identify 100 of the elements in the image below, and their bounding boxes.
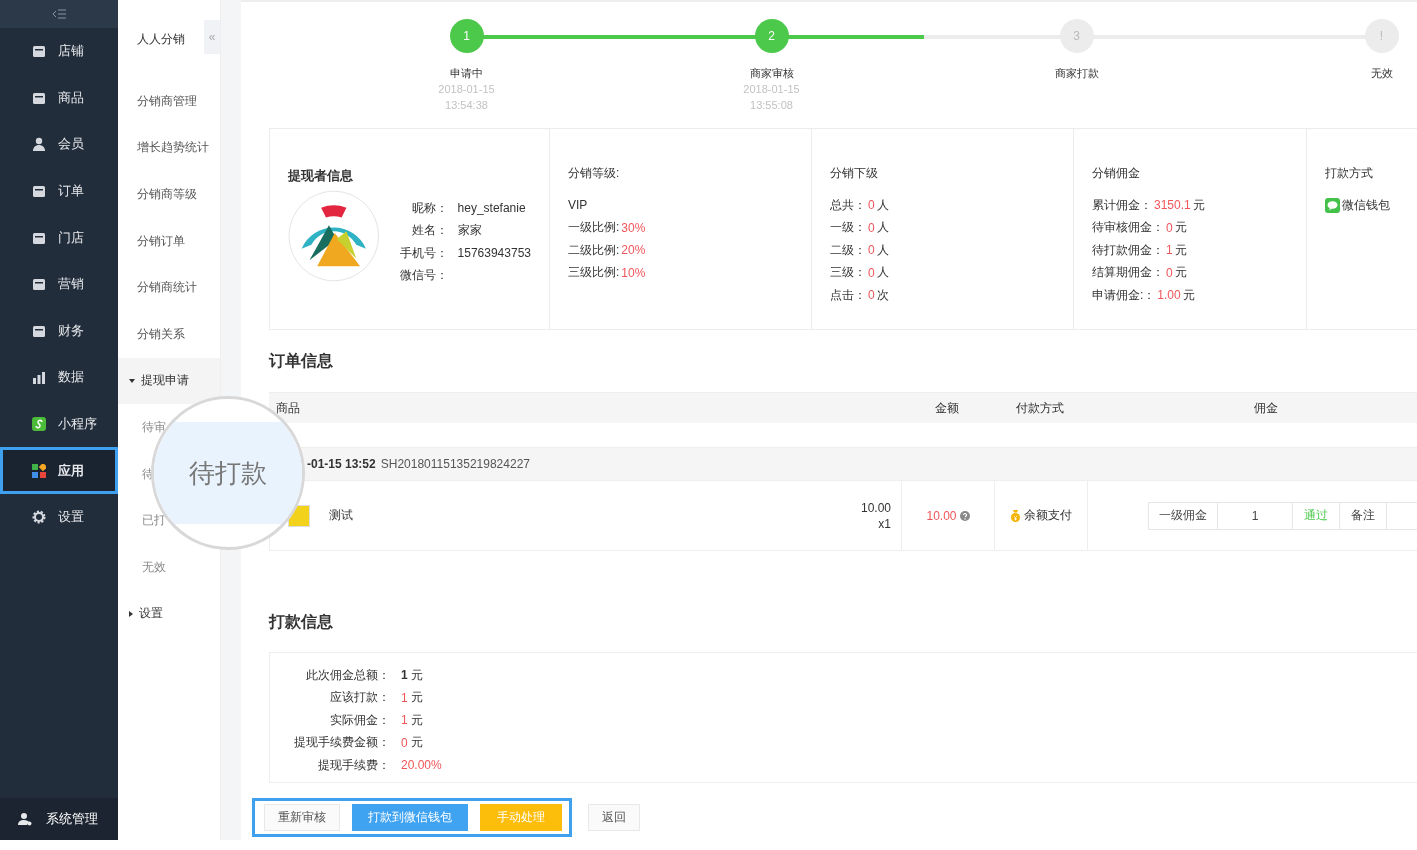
stat-value: 3150.1 xyxy=(1154,198,1191,213)
step-time: 13:55:08 xyxy=(750,98,793,113)
payout-unit: 元 xyxy=(410,711,423,729)
payout-value: 1 xyxy=(401,713,408,728)
stat-unit: 元 xyxy=(1174,241,1187,259)
ratio-label: 三级比例: xyxy=(568,264,620,282)
step-label: 申请中 xyxy=(450,66,483,81)
grade-name: VIP xyxy=(568,198,588,213)
submenu-item[interactable]: 分销商统计 xyxy=(137,279,197,297)
submenu-item[interactable]: 待审 xyxy=(142,418,166,436)
submenu-item[interactable]: 待 xyxy=(142,465,154,483)
ratio-value: 20% xyxy=(621,243,646,258)
stat-unit: 元 xyxy=(1192,196,1205,214)
action-button[interactable]: 返回 xyxy=(588,804,640,831)
chat-bubble-icon xyxy=(1325,197,1340,213)
section-title: 分销等级: xyxy=(568,165,621,182)
unit-price: 10.00 xyxy=(860,499,891,516)
product-name: 测试 xyxy=(329,507,354,524)
person-icon xyxy=(32,137,46,152)
sidebar-item[interactable]: 应用 xyxy=(0,447,118,494)
ratio-value: 10% xyxy=(621,265,646,280)
submenu-item[interactable]: 已打 xyxy=(142,512,166,530)
submenu-group[interactable]: 提现申请 xyxy=(141,372,189,390)
order-number: SH20180115135219824227 xyxy=(380,457,530,471)
field-label: 昵称： xyxy=(410,199,448,217)
payout-label: 提现手续费： xyxy=(317,756,390,774)
submenu-item[interactable]: 分销商等级 xyxy=(137,186,197,203)
stat-label: 二级： xyxy=(830,241,866,259)
stat-label: 点击： xyxy=(830,286,866,304)
payout-unit: 元 xyxy=(410,689,423,707)
column-header: 商品 xyxy=(275,399,301,417)
payout-value: 1 xyxy=(401,690,408,705)
step-time: 13:54:38 xyxy=(445,98,488,113)
step-label: 商家打款 xyxy=(1054,66,1099,81)
submenu-item[interactable]: 分销订单 xyxy=(137,232,185,250)
submenu-group[interactable]: 设置 xyxy=(139,605,163,623)
stat-unit: 元 xyxy=(1174,264,1187,282)
step-label: 无效 xyxy=(1370,66,1393,81)
field-value: 家家 xyxy=(457,222,482,240)
system-management-item[interactable]: 系统管理 xyxy=(0,798,118,840)
payout-value: 20.00% xyxy=(401,758,442,773)
stat-unit: 元 xyxy=(1182,286,1195,304)
amount: 10.00 xyxy=(926,508,957,523)
stat-unit: 人 xyxy=(876,219,889,237)
stat-value: 0 xyxy=(868,265,875,280)
step-circle: 1 xyxy=(449,19,484,53)
payout-label: 实际佣金： xyxy=(329,711,390,729)
stat-value: 0 xyxy=(868,243,875,258)
ratio-label: 二级比例: xyxy=(568,241,620,259)
stat-label: 申请佣金:： xyxy=(1092,286,1156,304)
sidebar-item[interactable]: 订单 xyxy=(0,167,118,215)
money-bag-icon xyxy=(1010,509,1021,522)
menu-collapse-icon[interactable] xyxy=(52,9,66,19)
stat-value: 0 xyxy=(868,198,875,213)
stat-unit: 人 xyxy=(876,196,889,214)
stat-unit: 人 xyxy=(876,264,889,282)
submenu-item[interactable]: 分销关系 xyxy=(137,325,185,343)
stat-value: 0 xyxy=(868,288,875,303)
field-value: 15763943753 xyxy=(457,246,531,261)
sidebar-item[interactable]: 小程序 xyxy=(0,400,118,448)
submenu-item[interactable]: 增长趋势统计 xyxy=(137,139,209,157)
ratio-value: 30% xyxy=(621,220,646,235)
action-button[interactable]: 重新审核 xyxy=(264,804,340,831)
stat-label: 三级： xyxy=(830,264,866,282)
stat-label: 待打款佣金： xyxy=(1092,241,1164,259)
section-title: 提现者信息 xyxy=(288,167,354,185)
table-cell: 一级佣金 xyxy=(1149,502,1218,529)
sidebar-item[interactable]: 设置 xyxy=(0,493,118,541)
submenu-item[interactable]: 分销商管理 xyxy=(137,92,197,110)
stat-label: 总共： xyxy=(830,196,866,214)
sidebar-item[interactable]: 财务 xyxy=(0,307,118,355)
column-header: 佣金 xyxy=(1253,399,1279,417)
stat-label: 一级： xyxy=(830,219,866,237)
quantity: x1 xyxy=(878,515,891,532)
field-value: hey_stefanie xyxy=(457,201,526,216)
sidebar-item[interactable]: 门店 xyxy=(0,214,118,261)
sidebar-item[interactable]: 营销 xyxy=(0,260,118,308)
section-title: 打款方式 xyxy=(1325,165,1374,182)
stat-label: 累计佣金： xyxy=(1092,196,1152,214)
commission-input[interactable]: 1 xyxy=(1218,502,1293,529)
sidebar-item[interactable]: 会员 xyxy=(0,121,118,168)
bar-chart-icon xyxy=(32,370,46,385)
stat-value: 1 xyxy=(1166,243,1173,258)
help-icon[interactable] xyxy=(959,510,970,521)
note-link[interactable]: 备注 xyxy=(1340,502,1387,529)
stat-value: 1.00 xyxy=(1157,288,1181,303)
sidebar-item[interactable]: 数据 xyxy=(0,354,118,401)
field-label: 姓名： xyxy=(410,222,448,240)
sidebar-item[interactable]: 商品 xyxy=(0,74,118,122)
section-heading: 订单信息 xyxy=(269,350,334,371)
column-header: 付款方式 xyxy=(1014,399,1065,417)
payout-unit: 元 xyxy=(410,666,423,684)
ratio-label: 一级比例: xyxy=(568,219,620,237)
payout-label: 应该打款： xyxy=(329,689,390,707)
submenu-item[interactable]: 无效 xyxy=(142,558,166,576)
payout-value: 0 xyxy=(401,735,408,750)
settings-icon xyxy=(32,510,46,525)
column-header: 金额 xyxy=(933,399,960,417)
sidebar-item[interactable]: 店铺 xyxy=(0,28,118,75)
step-date: 2018-01-15 xyxy=(743,82,800,97)
